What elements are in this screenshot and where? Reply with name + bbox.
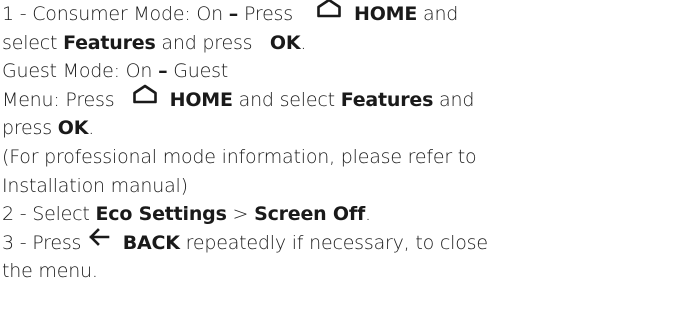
and-text: and [417, 3, 459, 25]
press-text: press [2, 117, 58, 140]
dash: – [158, 60, 168, 83]
step-1-line-1: 1 - Consumer Mode: On – Press HOME and [2, 0, 678, 29]
guest-text: Guest [167, 60, 229, 83]
separator: > [226, 203, 255, 226]
professional-note: (For professional mode information, plea… [2, 145, 477, 168]
step-2-intro: 2 - Select [2, 203, 96, 226]
professional-note-line-2: Installation manual) [2, 172, 678, 201]
instructions-text: 1 - Consumer Mode: On – Press HOME and s… [2, 0, 678, 286]
period: . [88, 117, 95, 140]
select-text: select [2, 31, 64, 54]
back-key-label: BACK [122, 231, 180, 254]
home-key-label: HOME [169, 88, 233, 111]
period: . [300, 31, 307, 54]
professional-note-line-1: (For professional mode information, plea… [2, 143, 678, 172]
step-1-line-3: Guest Mode: On – Guest [2, 57, 678, 86]
screen-off-label: Screen Off [254, 203, 366, 226]
period: . [365, 203, 371, 226]
step-1-line-2: select Features and press OK. [2, 29, 678, 58]
step-3-intro: 3 - Press [2, 231, 88, 254]
step-3-line-2: the menu. [2, 257, 678, 286]
press-text: Press [238, 3, 299, 25]
and-text: and [433, 88, 475, 111]
features-label: Features [63, 31, 156, 54]
step-2-line: 2 - Select Eco Settings > Screen Off. [2, 200, 678, 229]
eco-settings-label: Eco Settings [95, 203, 227, 226]
and-press-text: and press [155, 31, 259, 54]
home-icon [316, 0, 342, 27]
home-icon [132, 84, 158, 113]
step-1-line-5: press OK. [2, 114, 678, 143]
and-select-text: and select [232, 88, 341, 111]
close-menu-text: the menu. [2, 260, 98, 283]
step-1-line-4: Menu: Press HOME and select Features and [2, 84, 678, 115]
features-label: Features [340, 88, 434, 111]
installation-manual-note: Installation manual) [2, 174, 188, 197]
menu-press-text: Menu: Press [2, 88, 121, 111]
dash: – [228, 3, 239, 25]
home-key-label: HOME [354, 3, 418, 25]
guest-mode-text: Guest Mode: On [2, 60, 159, 83]
ok-key-label: OK [269, 31, 301, 54]
step-1-intro: 1 - Consumer Mode: On [2, 3, 229, 25]
step-3-line-1: 3 - Press BACK repeatedly if necessary, … [2, 227, 678, 258]
ok-key-label: OK [57, 117, 89, 140]
repeatedly-text: repeatedly if necessary, to close [179, 231, 488, 254]
arrow-left-icon [87, 227, 111, 256]
